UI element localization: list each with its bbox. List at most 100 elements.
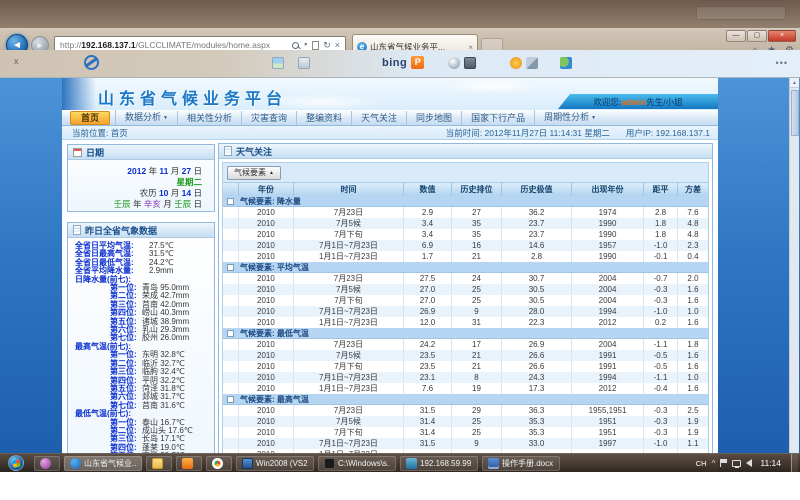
column-header[interactable]: 历史极值 <box>502 183 572 196</box>
taskbar-button[interactable] <box>34 456 60 471</box>
column-header[interactable]: 时间 <box>294 183 404 196</box>
nav-item[interactable]: 灾害查询▼ <box>241 111 296 125</box>
toolbar-overflow-icon[interactable]: ••• <box>776 58 788 68</box>
toolbar-blocked-icon[interactable] <box>84 55 99 70</box>
column-header[interactable]: 数值 <box>404 183 452 196</box>
taskbar-button[interactable]: 192.168.59.99... <box>400 456 478 471</box>
toolbar-close-button[interactable]: x <box>14 56 19 66</box>
nav-item[interactable]: 周期性分析▼ <box>534 110 605 125</box>
volume-icon[interactable] <box>746 459 752 467</box>
scrollbar-thumb[interactable] <box>791 90 799 136</box>
group-header-row[interactable]: 气候要素: 最高气温 <box>223 394 708 405</box>
toolbar-logo[interactable]: bing P <box>382 56 424 69</box>
spark-icon[interactable] <box>510 57 522 69</box>
nav-item[interactable]: 整编资料▼ <box>296 111 351 125</box>
refresh-icon[interactable]: ↻ <box>323 41 331 50</box>
compatibility-view-icon[interactable] <box>312 41 319 50</box>
table-cell: 35 <box>452 229 502 240</box>
mail-icon[interactable] <box>298 57 310 69</box>
toolbar-badge-icon[interactable]: P <box>411 56 424 69</box>
taskbar-button-label: C:\Windows\s... <box>338 459 390 468</box>
table-row[interactable]: 20107月23日31.52936.31955,1951-0.32.5 <box>223 405 708 416</box>
page-banner: 山东省气候业务平台 欢迎您: admin 先生/小姐 <box>62 78 718 110</box>
page-scrollbar[interactable]: ▲ <box>789 78 799 472</box>
clock[interactable]: 11:14 <box>760 458 781 468</box>
taskbar-button[interactable]: 山东省气候业... <box>64 456 142 471</box>
table-row[interactable]: 20101月1日~7月23日7.61917.32012-0.41.6 <box>223 383 708 394</box>
start-button[interactable] <box>8 455 24 471</box>
table-row[interactable]: 20107月23日2.92736.219742.87.6 <box>223 207 708 218</box>
table-row[interactable]: 20107月1日~7月23日26.9928.01994-1.01.0 <box>223 306 708 317</box>
column-header[interactable]: 距平 <box>644 183 678 196</box>
table-cell: 35.3 <box>502 427 572 438</box>
table-group: 气候要素: 最低气温 20107月23日24.21726.92004-1. <box>223 328 708 394</box>
site-title: 山东省气候业务平台 <box>98 85 287 109</box>
table-row[interactable]: 20107月1日~7月23日23.1824.31994-1.11.0 <box>223 372 708 383</box>
group-checkbox[interactable] <box>227 264 234 271</box>
group-checkbox[interactable] <box>227 330 234 337</box>
table-row[interactable]: 20107月5候31.42535.31951-0.31.9 <box>223 416 708 427</box>
nav-item[interactable]: 国家下行产品▼ <box>461 111 534 125</box>
weather-line: 第一位: 东明 32.8℃ <box>68 351 214 359</box>
table-cell: -0.3 <box>644 405 678 416</box>
column-header[interactable]: 年份 <box>239 183 294 196</box>
table-row[interactable]: 20101月1日~7月23日1.7212.81990-0.10.4 <box>223 251 708 262</box>
share-icon[interactable] <box>560 57 572 69</box>
table-cell: 2010 <box>239 350 294 361</box>
table-row[interactable]: 20107月23日24.21726.92004-1.11.8 <box>223 339 708 350</box>
camera-icon[interactable] <box>464 57 476 69</box>
photo-icon[interactable] <box>272 57 284 69</box>
scroll-up-button[interactable]: ▲ <box>790 78 799 88</box>
table-row[interactable]: 20107月23日27.52430.72004-0.72.0 <box>223 273 708 284</box>
table-row[interactable]: 20101月1日~7月23日12.03122.320120.21.6 <box>223 317 708 328</box>
stop-icon[interactable]: × <box>335 41 340 50</box>
nav-item[interactable]: 首页▼ <box>70 111 110 125</box>
column-header[interactable]: 方差 <box>678 183 708 196</box>
group-header-row[interactable]: 气候要素: 降水量 <box>223 196 708 207</box>
hidden-icons-arrow[interactable]: ^ <box>712 459 716 468</box>
network-icon[interactable] <box>732 460 741 467</box>
show-desktop-button[interactable] <box>791 454 798 473</box>
column-header[interactable]: 历史排位 <box>452 183 502 196</box>
table-row[interactable]: 20107月下旬31.42535.31951-0.31.9 <box>223 427 708 438</box>
taskbar-button[interactable]: C:\Windows\s... <box>318 456 396 471</box>
nav-item[interactable]: 天气关注▼ <box>351 111 406 125</box>
taskbar-app-icon <box>488 458 499 469</box>
row-checkbox-cell <box>223 350 239 361</box>
table-cell: 1.8 <box>644 218 678 229</box>
nav-item[interactable]: 同步地图▼ <box>406 111 461 125</box>
chevron-down-icon[interactable]: ▼ <box>303 42 308 48</box>
group-checkbox[interactable] <box>227 198 234 205</box>
calendar-text: 日 <box>191 166 202 176</box>
bing-logo[interactable]: bing <box>382 57 407 69</box>
nav-item[interactable]: 相关性分析▼ <box>177 111 241 125</box>
taskbar-button[interactable]: 操作手册.docx ... <box>482 456 560 471</box>
climate-element-button[interactable]: 气候要素 ▲ <box>227 166 281 180</box>
table-row[interactable]: 20107月下旬27.02530.52004-0.31.6 <box>223 295 708 306</box>
taskbar-button[interactable] <box>206 456 232 471</box>
table-row[interactable]: 20107月下旬23.52126.61991-0.51.6 <box>223 361 708 372</box>
language-indicator[interactable]: CH <box>696 459 707 468</box>
column-header[interactable]: 出现年份 <box>572 183 644 196</box>
tools-icon[interactable] <box>526 57 538 69</box>
taskbar-button[interactable] <box>146 456 172 471</box>
group-header-row[interactable]: 气候要素: 平均气温 <box>223 262 708 273</box>
table-cell: 2010 <box>239 251 294 262</box>
row-checkbox-cell <box>223 361 239 372</box>
table-row[interactable]: 20107月5候3.43523.719901.84.8 <box>223 218 708 229</box>
action-center-flag-icon[interactable] <box>720 459 727 467</box>
disc-icon[interactable] <box>448 57 460 69</box>
search-icon[interactable] <box>292 42 299 49</box>
taskbar-button[interactable] <box>176 456 202 471</box>
table-cell: 1991 <box>572 361 644 372</box>
taskbar-button[interactable]: Win2008 (VS2... <box>236 456 314 471</box>
group-header-row[interactable]: 气候要素: 最低气温 <box>223 328 708 339</box>
table-row[interactable]: 20107月5候23.52126.61991-0.51.6 <box>223 350 708 361</box>
nav-item[interactable]: 数据分析▼ <box>115 110 177 125</box>
table-cell: 1990 <box>572 218 644 229</box>
group-checkbox[interactable] <box>227 396 234 403</box>
table-row[interactable]: 20107月1日~7月23日31.5933.01997-1.01.1 <box>223 438 708 449</box>
table-row[interactable]: 20107月下旬3.43523.719901.84.8 <box>223 229 708 240</box>
table-row[interactable]: 20107月1日~7月23日6.91614.61957-1.02.3 <box>223 240 708 251</box>
table-row[interactable]: 20107月5候27.02530.52004-0.31.6 <box>223 284 708 295</box>
